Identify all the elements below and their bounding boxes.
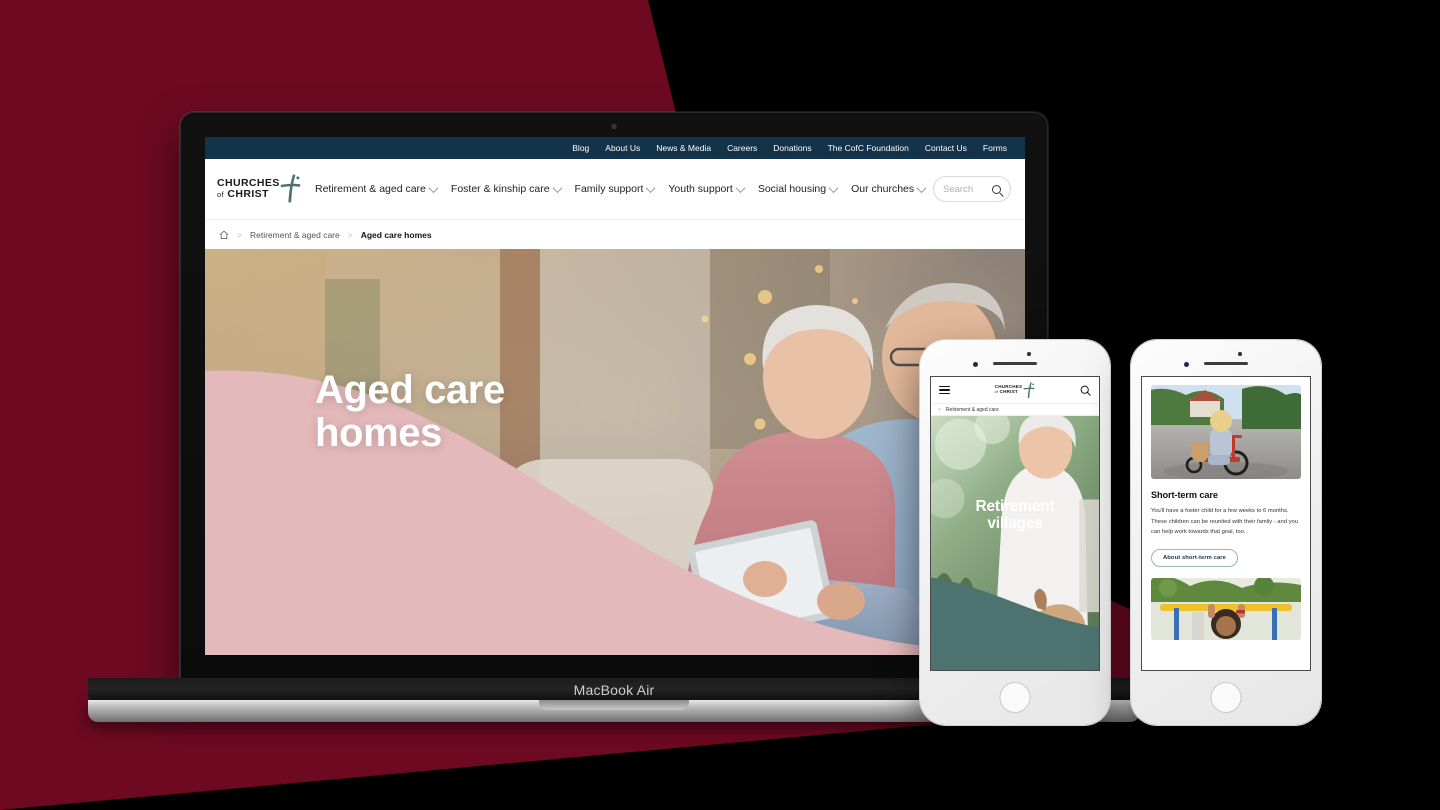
- chevron-down-icon: [645, 182, 656, 193]
- home-button[interactable]: [999, 682, 1031, 713]
- breadcrumb-separator: >: [347, 229, 353, 240]
- front-camera-icon: [1184, 361, 1189, 367]
- topbar-link-forms[interactable]: Forms: [983, 143, 1007, 153]
- search-placeholder: Search: [943, 183, 974, 195]
- about-short-term-care-button[interactable]: About short-term care: [1151, 549, 1238, 568]
- nav-item-our-churches[interactable]: Our churches: [851, 182, 927, 195]
- chevron-down-icon: [428, 182, 439, 193]
- topbar-link-careers[interactable]: Careers: [727, 143, 757, 153]
- phone1-screen: CHURCHES of CHRIST > Retirement & aged c…: [930, 376, 1100, 671]
- breadcrumb-separator: >: [237, 229, 242, 240]
- tricycle-child-image: [1151, 385, 1301, 479]
- breadcrumb-item-retirement-aged-care[interactable]: Retirement & aged care: [250, 230, 340, 240]
- macbook-model-label: MacBook Air: [573, 682, 655, 698]
- phone2-secondary-image: [1151, 578, 1301, 641]
- phone1-hero: Retirement villages: [931, 416, 1099, 670]
- macbook-lid: Blog About Us News & Media Careers Donat…: [180, 112, 1048, 682]
- hero-title-line-1: Aged care: [315, 368, 505, 412]
- topbar-link-blog[interactable]: Blog: [572, 143, 589, 153]
- chevron-down-icon: [916, 182, 927, 193]
- cross-icon: [280, 174, 301, 203]
- earpiece-speaker-icon: [993, 362, 1037, 365]
- webcam-icon: [611, 124, 617, 129]
- site-topbar: Blog About Us News & Media Careers Donat…: [205, 137, 1025, 159]
- phone1-teal-wave: [931, 577, 1099, 670]
- nav-label: Foster & kinship care: [450, 183, 550, 195]
- nav-items: Retirement & aged care Foster & kinship …: [315, 182, 933, 195]
- home-icon[interactable]: [219, 230, 229, 240]
- search-input[interactable]: Search: [933, 176, 1011, 202]
- phone1-breadcrumb-label[interactable]: Retirement & aged care: [946, 407, 999, 413]
- chevron-down-icon: [552, 182, 562, 193]
- breadcrumb: > Retirement & aged care > Aged care hom…: [205, 219, 1025, 249]
- phone-device-2: Short-term care You'll have a foster chi…: [1131, 340, 1321, 725]
- site-main-navigation: CHURCHES of CHRIST Retirement & aged car…: [205, 159, 1025, 219]
- phone1-logo-wordmark: CHURCHES of CHRIST: [994, 384, 1023, 395]
- proximity-sensor-icon: [1238, 352, 1242, 356]
- logo-of: of: [217, 190, 225, 199]
- nav-label: Our churches: [851, 183, 915, 195]
- nav-item-family-support[interactable]: Family support: [574, 182, 656, 195]
- nav-item-social-housing[interactable]: Social housing: [757, 182, 839, 195]
- cross-icon: [1023, 382, 1035, 398]
- nav-item-foster-kinship-care[interactable]: Foster & kinship care: [450, 182, 562, 195]
- phone1-hero-title: Retirement villages: [931, 498, 1099, 533]
- chevron-down-icon: [828, 182, 839, 193]
- phone1-logo-line-2: of CHRIST: [994, 389, 1018, 394]
- nav-item-youth-support[interactable]: Youth support: [668, 182, 746, 195]
- nav-label: Retirement & aged care: [315, 183, 426, 195]
- macbook-trackpad-notch: [539, 700, 689, 710]
- breadcrumb-item-current: Aged care homes: [360, 229, 432, 240]
- topbar-link-news-media[interactable]: News & Media: [656, 143, 711, 153]
- nav-label: Social housing: [757, 183, 827, 195]
- topbar-link-donations[interactable]: Donations: [773, 143, 811, 153]
- earpiece-speaker-icon: [1204, 362, 1248, 365]
- home-button[interactable]: [1210, 682, 1242, 713]
- phone2-card-image: [1151, 385, 1301, 479]
- nav-item-retirement-aged-care[interactable]: Retirement & aged care: [315, 182, 439, 195]
- search-icon[interactable]: [992, 184, 1001, 194]
- logo-wordmark: CHURCHES of CHRIST: [217, 177, 280, 200]
- nav-label: Family support: [574, 183, 644, 195]
- macbook-device: Blog About Us News & Media Careers Donat…: [88, 112, 1140, 722]
- topbar-link-about-us[interactable]: About Us: [605, 143, 640, 153]
- hero-title-line-2: homes: [315, 410, 442, 455]
- phone1-logo[interactable]: CHURCHES of CHRIST: [995, 382, 1036, 399]
- hero-banner: Aged care homes: [205, 249, 1025, 655]
- phone2-content: Short-term care You'll have a foster chi…: [1142, 377, 1310, 670]
- phone2-screen: Short-term care You'll have a foster chi…: [1141, 376, 1311, 671]
- logo-line-2: of CHRIST: [217, 188, 269, 200]
- phone2-card-body: You'll have a foster child for a few wee…: [1151, 508, 1298, 536]
- topbar-link-foundation[interactable]: The CofC Foundation: [828, 143, 909, 153]
- front-camera-icon: [973, 361, 978, 367]
- phone1-breadcrumb: > Retirement & aged care: [931, 403, 1099, 416]
- phone1-hero-title-line-2: villages: [987, 515, 1043, 533]
- phone1-navbar: CHURCHES of CHRIST: [931, 377, 1099, 403]
- macbook-screen: Blog About Us News & Media Careers Donat…: [205, 137, 1025, 655]
- hamburger-icon[interactable]: [939, 383, 950, 396]
- hero-title: Aged care homes: [315, 369, 615, 455]
- playground-child-image: [1151, 578, 1301, 641]
- breadcrumb-separator: >: [938, 406, 941, 413]
- phone1-hero-title-line-1: Retirement: [975, 498, 1055, 515]
- proximity-sensor-icon: [1027, 352, 1031, 356]
- phone2-card-heading: Short-term care: [1151, 490, 1218, 500]
- site-logo[interactable]: CHURCHES of CHRIST: [217, 172, 301, 206]
- topbar-link-contact-us[interactable]: Contact Us: [925, 143, 967, 153]
- chevron-down-icon: [735, 182, 746, 193]
- phone2-body: Short-term care You'll have a foster chi…: [1131, 340, 1321, 725]
- phone-device-1: CHURCHES of CHRIST > Retirement & aged c…: [920, 340, 1110, 725]
- phone1-body: CHURCHES of CHRIST > Retirement & aged c…: [920, 340, 1110, 725]
- search-icon[interactable]: [1080, 385, 1091, 396]
- nav-label: Youth support: [668, 183, 733, 195]
